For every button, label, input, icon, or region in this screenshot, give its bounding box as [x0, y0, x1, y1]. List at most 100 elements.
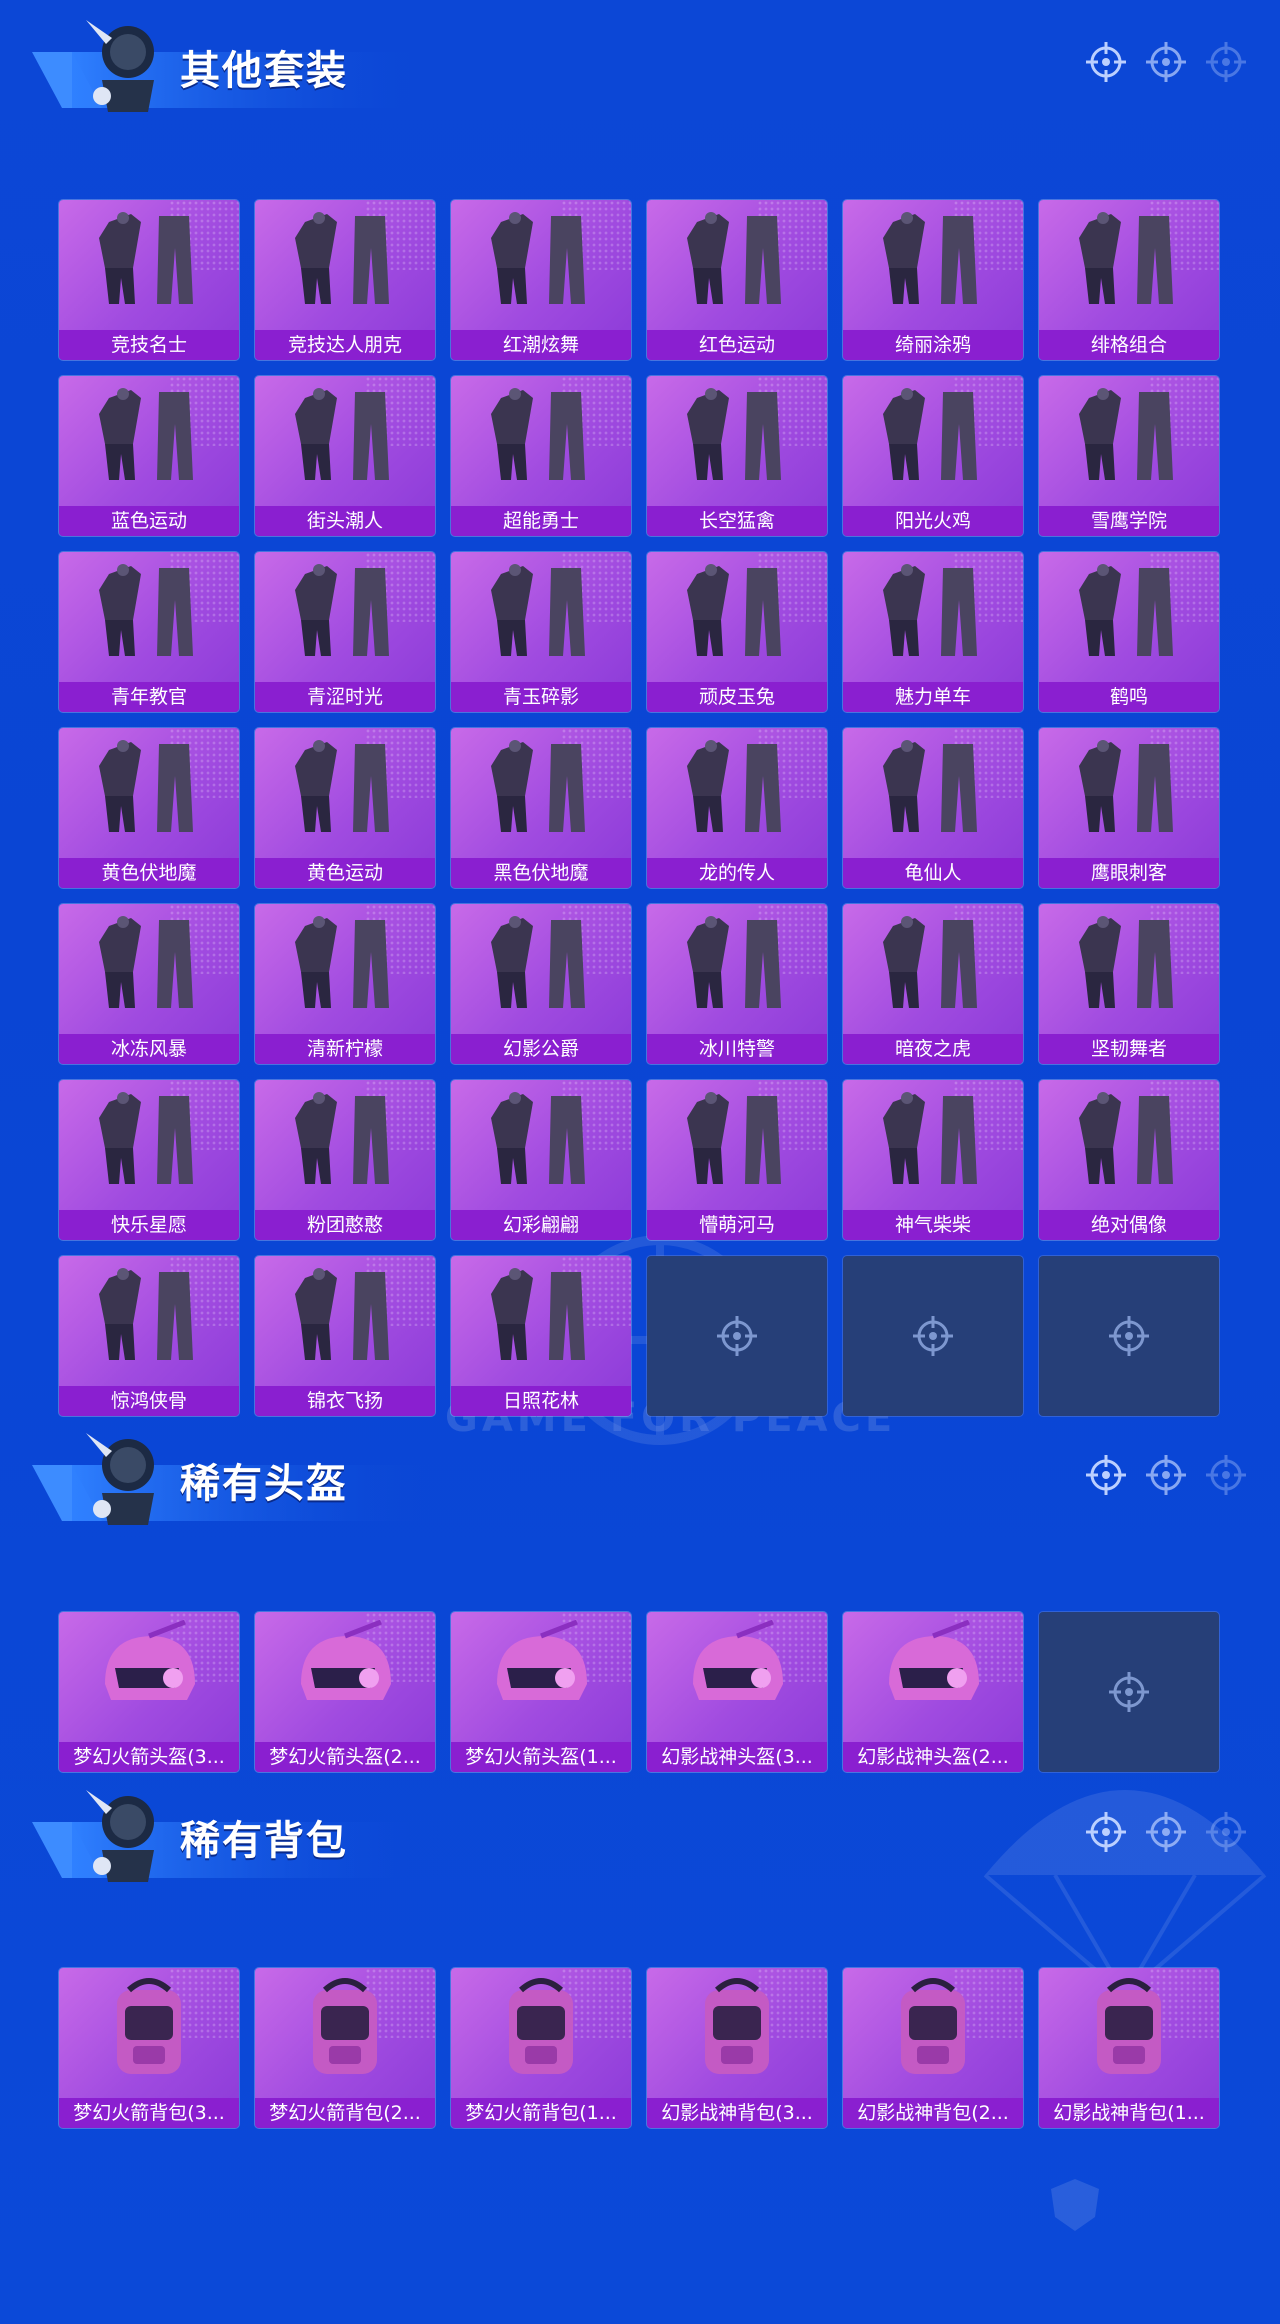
item-card[interactable]: 幻影战神背包(1...	[1039, 1968, 1219, 2128]
suit-icon	[285, 912, 405, 1020]
item-label: 竞技名士	[59, 330, 239, 360]
suit-icon	[873, 912, 993, 1020]
item-label: 暗夜之虎	[843, 1034, 1023, 1064]
item-card[interactable]: 暗夜之虎	[843, 904, 1023, 1064]
crosshair-icon	[1086, 42, 1126, 82]
item-card[interactable]: 快乐星愿	[59, 1080, 239, 1240]
item-card[interactable]: 锦衣飞扬	[255, 1256, 435, 1416]
item-label: 粉团憨憨	[255, 1210, 435, 1240]
suit-icon	[481, 208, 601, 316]
item-card[interactable]: 梦幻火箭背包(3...	[59, 1968, 239, 2128]
soldier-mascot-icon	[86, 1433, 154, 1525]
item-card[interactable]: 冰川特警	[647, 904, 827, 1064]
section-rare-helmets: 稀有头盔 梦幻火箭头盔(3... 梦幻火箭头盔(2... 梦幻火箭头盔(1... 幻影…	[0, 1413, 1280, 1773]
item-card[interactable]: 黄色伏地魔	[59, 728, 239, 888]
item-label: 懵萌河马	[647, 1210, 827, 1240]
suit-icon	[285, 1088, 405, 1196]
suit-icon	[873, 736, 993, 844]
item-label: 阳光火鸡	[843, 506, 1023, 536]
section-header: 其他套装	[0, 0, 1280, 120]
item-card[interactable]: 长空猛禽	[647, 376, 827, 536]
item-card[interactable]: 梦幻火箭头盔(2...	[255, 1612, 435, 1772]
item-card[interactable]: 冰冻风暴	[59, 904, 239, 1064]
suit-icon	[285, 384, 405, 492]
item-card[interactable]: 黑色伏地魔	[451, 728, 631, 888]
item-card[interactable]: 竞技达人朋克	[255, 200, 435, 360]
item-card[interactable]: 红色运动	[647, 200, 827, 360]
item-card[interactable]: 龙的传人	[647, 728, 827, 888]
item-label: 黄色伏地魔	[59, 858, 239, 888]
item-card[interactable]: 蓝色运动	[59, 376, 239, 536]
item-card[interactable]: 神气柴柴	[843, 1080, 1023, 1240]
item-card[interactable]: 日照花林	[451, 1256, 631, 1416]
item-card[interactable]: 超能勇士	[451, 376, 631, 536]
item-card[interactable]: 街头潮人	[255, 376, 435, 536]
crosshair-icon	[1206, 1455, 1246, 1495]
item-card[interactable]: 梦幻火箭头盔(1...	[451, 1612, 631, 1772]
empty-slot	[1039, 1256, 1219, 1416]
item-card[interactable]: 雪鹰学院	[1039, 376, 1219, 536]
item-label: 神气柴柴	[843, 1210, 1023, 1240]
item-card[interactable]: 梦幻火箭背包(2...	[255, 1968, 435, 2128]
item-card[interactable]: 鹤鸣	[1039, 552, 1219, 712]
item-card[interactable]: 阳光火鸡	[843, 376, 1023, 536]
suit-icon	[285, 560, 405, 668]
item-card[interactable]: 鹰眼刺客	[1039, 728, 1219, 888]
item-label: 冰川特警	[647, 1034, 827, 1064]
item-card[interactable]: 绝对偶像	[1039, 1080, 1219, 1240]
suit-icon	[1069, 384, 1189, 492]
suit-icon	[873, 384, 993, 492]
crosshair-placeholder-icon	[909, 1312, 957, 1360]
item-card[interactable]: 绮丽涂鸦	[843, 200, 1023, 360]
backpack-icon	[677, 1976, 797, 2084]
item-label: 幻影战神头盔(3...	[647, 1742, 827, 1772]
crosshair-icon	[1206, 42, 1246, 82]
suit-icon	[677, 1088, 797, 1196]
item-card[interactable]: 黄色运动	[255, 728, 435, 888]
item-label: 绝对偶像	[1039, 1210, 1219, 1240]
item-card[interactable]: 幻影公爵	[451, 904, 631, 1064]
item-label: 幻影战神头盔(2...	[843, 1742, 1023, 1772]
item-label: 红潮炫舞	[451, 330, 631, 360]
section-header: 稀有背包	[0, 1770, 1280, 1890]
item-card[interactable]: 坚韧舞者	[1039, 904, 1219, 1064]
item-card[interactable]: 青年教官	[59, 552, 239, 712]
suit-icon	[89, 384, 209, 492]
item-card[interactable]: 粉团憨憨	[255, 1080, 435, 1240]
backpack-icon	[873, 1976, 993, 2084]
item-card[interactable]: 幻影战神背包(3...	[647, 1968, 827, 2128]
item-card[interactable]: 幻彩翩翩	[451, 1080, 631, 1240]
item-card[interactable]: 清新柠檬	[255, 904, 435, 1064]
item-card[interactable]: 幻影战神头盔(2...	[843, 1612, 1023, 1772]
item-card[interactable]: 青涩时光	[255, 552, 435, 712]
helmet-icon	[481, 1619, 601, 1728]
item-card[interactable]: 魅力单车	[843, 552, 1023, 712]
crosshair-icon	[1146, 1812, 1186, 1852]
item-card[interactable]: 青玉碎影	[451, 552, 631, 712]
item-label: 绯格组合	[1039, 330, 1219, 360]
item-card[interactable]: 懵萌河马	[647, 1080, 827, 1240]
suit-icon	[873, 560, 993, 668]
suit-icon	[89, 208, 209, 316]
suit-icon	[677, 384, 797, 492]
item-label: 青涩时光	[255, 682, 435, 712]
item-card[interactable]: 竞技名士	[59, 200, 239, 360]
suit-icon	[1069, 912, 1189, 1020]
item-card[interactable]: 梦幻火箭背包(1...	[451, 1968, 631, 2128]
suit-icon	[285, 736, 405, 844]
item-card[interactable]: 绯格组合	[1039, 200, 1219, 360]
item-card[interactable]: 顽皮玉兔	[647, 552, 827, 712]
item-card[interactable]: 惊鸿侠骨	[59, 1256, 239, 1416]
suit-icon	[481, 736, 601, 844]
item-card[interactable]: 红潮炫舞	[451, 200, 631, 360]
section-rare-backpacks: 稀有背包 梦幻火箭背包(3... 梦幻火箭背包(2... 梦幻火箭背包(1... 幻影…	[0, 1770, 1280, 2130]
item-card[interactable]: 梦幻火箭头盔(3...	[59, 1612, 239, 1772]
item-label: 惊鸿侠骨	[59, 1386, 239, 1416]
item-card[interactable]: 幻影战神背包(2...	[843, 1968, 1023, 2128]
crosshair-icon	[1086, 1455, 1126, 1495]
item-label: 青玉碎影	[451, 682, 631, 712]
item-card[interactable]: 龟仙人	[843, 728, 1023, 888]
item-card[interactable]: 幻影战神头盔(3...	[647, 1612, 827, 1772]
suit-icon	[89, 560, 209, 668]
item-label: 快乐星愿	[59, 1210, 239, 1240]
